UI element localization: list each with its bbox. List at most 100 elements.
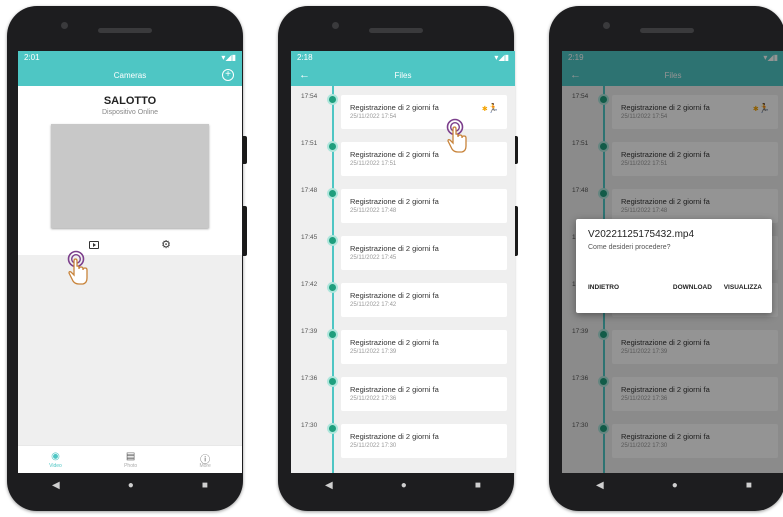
dialog-right-actions: DOWNLOAD VISUALIZZA (663, 284, 762, 291)
front-camera (61, 22, 68, 29)
app-bar: Cameras + (18, 64, 242, 86)
timeline-row: 17:39 Registrazione di 2 giorni fa 25/11/2… (291, 326, 515, 372)
device-actions: ⚙ (18, 240, 242, 251)
system-nav: ◀ ● ■ (562, 474, 783, 496)
recording-date: 25/11/2022 17:39 (350, 349, 397, 355)
volume-button (243, 206, 247, 256)
timeline-row: 17:54 Registrazione di 2 giorni fa 25/11/2… (291, 91, 515, 137)
recording-item[interactable]: Registrazione di 2 giorni fa 25/11/2022 1… (341, 377, 507, 411)
recording-item[interactable]: Registrazione di 2 giorni fa 25/11/2022 1… (341, 189, 507, 223)
phone-files-dialog: 2:19 ▾◢▮ ← Files 17:54 Registrazione di 2… (549, 6, 783, 511)
tap-gesture-icon (446, 118, 467, 153)
dialog-title: V20221125175432.mp4 (588, 229, 695, 240)
screen: 2:18 ▾◢▮ ← Files 17:54 Registrazione di 2… (291, 51, 515, 473)
back-nav-icon[interactable]: ◀ (52, 480, 60, 491)
timeline-row: 17:45 Registrazione di 2 giorni fa 25/11/2… (291, 232, 515, 278)
back-nav-icon[interactable]: ◀ (596, 480, 604, 491)
status-time: 2:01 (24, 53, 40, 62)
recording-item[interactable]: Registrazione di 2 giorni fa25/11/2022 1… (341, 95, 507, 129)
tab-label: Video (49, 462, 62, 469)
recording-item[interactable]: Registrazione di 2 giorni fa25/11/2022 1… (341, 330, 507, 364)
status-time: 2:18 (297, 53, 313, 62)
home-nav-icon[interactable]: ● (128, 480, 134, 491)
back-nav-icon[interactable]: ◀ (325, 480, 333, 491)
recording-date: 25/11/2022 17:45 (350, 255, 397, 261)
earpiece (98, 28, 152, 33)
recording-date: 25/11/2022 17:36 (350, 396, 397, 402)
back-arrow-icon[interactable]: ← (299, 69, 310, 81)
phone-cameras: 2:01 ▾◢▮ Cameras + SALOTTO Dispositivo O… (7, 6, 247, 511)
tab-photo[interactable]: ▤ Photo (124, 451, 137, 469)
front-camera (603, 22, 610, 29)
tab-video[interactable]: ◉ Video (49, 451, 62, 469)
gear-icon[interactable]: ⚙ (161, 240, 171, 251)
recents-nav-icon[interactable]: ■ (475, 480, 481, 491)
camera-icon: ◉ (51, 450, 60, 462)
device-status: Dispositivo Online (101, 109, 159, 116)
recording-title: Registrazione di 2 giorni fa (350, 291, 439, 300)
recording-date: 25/11/2022 17:30 (350, 443, 397, 449)
recording-title: Registrazione di 2 giorni fa (350, 432, 439, 441)
camera-preview[interactable] (51, 124, 209, 228)
recording-date: 25/11/2022 17:42 (350, 302, 397, 308)
download-dialog: V20221125175432.mp4 Come desideri proced… (576, 219, 772, 313)
timeline-row: 17:42 Registrazione di 2 giorni fa 25/11/2… (291, 279, 515, 325)
earpiece (369, 28, 423, 33)
recording-date: 25/11/2022 17:54 (350, 114, 397, 120)
add-camera-icon[interactable]: + (222, 69, 234, 81)
phone-files: 2:18 ▾◢▮ ← Files 17:54 Registrazione di 2… (278, 6, 518, 511)
recents-nav-icon[interactable]: ■ (746, 480, 752, 491)
row-time: 17:45 (301, 234, 318, 241)
recording-item[interactable]: Registrazione di 2 giorni fa 25/11/2022 1… (341, 142, 507, 176)
recording-item[interactable]: Registrazione di 2 giorni fa 25/11/2022 1… (341, 236, 507, 270)
timeline-dot (327, 141, 338, 152)
timeline-dot (327, 329, 338, 340)
home-nav-icon[interactable]: ● (401, 480, 407, 491)
device-name: SALOTTO (103, 95, 157, 107)
row-time: 17:54 (301, 93, 318, 100)
recents-nav-icon[interactable]: ■ (202, 480, 208, 491)
signal-battery-icon: ▾◢▮ (494, 53, 509, 62)
power-button (243, 136, 247, 164)
tutorial-stage: 2:01 ▾◢▮ Cameras + SALOTTO Dispositivo O… (0, 0, 783, 517)
timeline-dot (327, 235, 338, 246)
recording-title: Registrazione di 2 giorni fa (350, 244, 439, 253)
view-button[interactable]: VISUALIZZA (724, 284, 762, 291)
bottom-tab-bar: ◉ Video ▤ Photo ⓘ More (18, 445, 242, 473)
row-time: 17:51 (301, 140, 318, 147)
timeline-row: 17:36 Registrazione di 2 giorni fa 25/11/2… (291, 373, 515, 419)
recording-item[interactable]: Registrazione di 2 giorni fa 25/11/2022 1… (341, 424, 507, 458)
empty-area (18, 255, 242, 445)
timeline-row: 17:51 Registrazione di 2 giorni fa 25/11/2… (291, 138, 515, 184)
gallery-icon: ▤ (125, 450, 136, 462)
tap-gesture-icon (67, 250, 88, 285)
signal-battery-icon: ▾◢▮ (221, 53, 236, 62)
screen: 2:19 ▾◢▮ ← Files 17:54 Registrazione di 2… (562, 51, 783, 473)
screen: 2:01 ▾◢▮ Cameras + SALOTTO Dispositivo O… (18, 51, 242, 473)
download-button[interactable]: DOWNLOAD (673, 284, 712, 291)
play-recordings-icon[interactable] (89, 241, 100, 249)
dialog-message: Come desideri procedere? (588, 244, 671, 251)
recordings-timeline: 17:54 Registrazione di 2 giorni fa 25/11/2… (291, 86, 515, 473)
row-time: 17:48 (301, 187, 318, 194)
home-nav-icon[interactable]: ● (672, 480, 678, 491)
recording-title: Registrazione di 2 giorni fa (350, 150, 439, 159)
row-time: 17:30 (301, 422, 318, 429)
status-bar: 2:18 ▾◢▮ (291, 51, 515, 64)
motion-detected-icon: ✱🏃 (481, 103, 499, 113)
app-bar: ← Files (291, 64, 515, 86)
recording-title: Registrazione di 2 giorni fa (350, 385, 439, 394)
dialog-actions: INDIETRO DOWNLOAD VISUALIZZA (588, 284, 762, 291)
back-button[interactable]: INDIETRO (588, 284, 619, 291)
recording-item[interactable]: Registrazione di 2 giorni fa 25/11/2022 1… (341, 283, 507, 317)
recording-date: 25/11/2022 17:51 (350, 161, 397, 167)
row-time: 17:36 (301, 375, 318, 382)
recording-title: Registrazione di 2 giorni fa (350, 197, 439, 206)
tab-more[interactable]: ⓘ More (199, 451, 210, 469)
system-nav: ◀ ● ■ (18, 474, 242, 496)
timeline-dot (327, 282, 338, 293)
row-time: 17:39 (301, 328, 318, 335)
recording-date: 25/11/2022 17:48 (350, 208, 397, 214)
front-camera (332, 22, 339, 29)
info-icon: ⓘ (200, 454, 211, 466)
